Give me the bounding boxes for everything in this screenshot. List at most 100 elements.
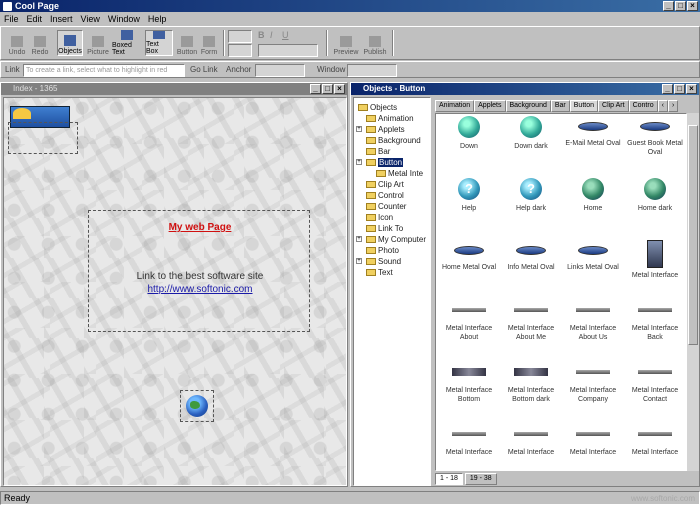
gallery-item[interactable]: Metal Interface bbox=[562, 426, 624, 457]
object-gallery[interactable]: Down Down dark E-Mail Metal Oval Guest Book… bbox=[435, 113, 687, 471]
objects-maximize-button[interactable]: □ bbox=[674, 84, 685, 94]
tree-node[interactable]: Button bbox=[366, 157, 404, 167]
gallery-item[interactable]: Home bbox=[562, 178, 624, 213]
gallery-item[interactable]: Home dark bbox=[624, 178, 686, 213]
gallery-item[interactable]: Metal Interface Company bbox=[562, 364, 624, 404]
tree-node[interactable]: Sound bbox=[366, 256, 401, 266]
tree-node[interactable]: Photo bbox=[366, 245, 399, 255]
font-size-combo[interactable] bbox=[228, 30, 252, 43]
page-title-link[interactable]: My web Page bbox=[90, 222, 310, 233]
tree-node[interactable]: Clip Art bbox=[366, 179, 404, 189]
underline-button[interactable]: U bbox=[282, 30, 289, 40]
tree-expander[interactable]: + bbox=[356, 159, 362, 165]
align-combo[interactable] bbox=[228, 44, 252, 57]
menu-insert[interactable]: Insert bbox=[50, 14, 73, 24]
picture-button[interactable]: Picture bbox=[86, 30, 110, 56]
logo-selection-box[interactable] bbox=[8, 122, 78, 154]
gallery-item[interactable]: ? Help bbox=[438, 178, 500, 213]
tab-scroll-right-button[interactable]: › bbox=[667, 100, 679, 112]
form-button[interactable]: Form bbox=[199, 30, 219, 56]
italic-button[interactable]: I bbox=[270, 30, 273, 40]
tree-node[interactable]: Metal Inte bbox=[376, 168, 423, 178]
tree-node[interactable]: Text bbox=[366, 267, 393, 277]
publish-button[interactable]: Publish bbox=[362, 30, 388, 56]
gallery-item[interactable]: Metal Interface bbox=[624, 426, 686, 457]
tree-node[interactable]: Animation bbox=[366, 113, 414, 123]
tab-contro[interactable]: Contro bbox=[628, 100, 658, 112]
window-combo[interactable] bbox=[347, 64, 397, 77]
gallery-item[interactable]: Metal Interface Bottom dark bbox=[500, 364, 562, 404]
gallery-item[interactable]: Metal Interface bbox=[500, 426, 562, 457]
pager-page-1[interactable]: 1 - 18 bbox=[435, 473, 463, 485]
anchor-combo[interactable] bbox=[255, 64, 305, 77]
preview-button[interactable]: Preview bbox=[333, 30, 359, 56]
editor-close-button[interactable]: × bbox=[334, 84, 345, 94]
gallery-item[interactable]: Metal Interface Back bbox=[624, 302, 686, 342]
tree-node[interactable]: Objects bbox=[358, 102, 397, 112]
editor-minimize-button[interactable]: _ bbox=[310, 84, 321, 94]
body-text[interactable]: Link to the best software site bbox=[90, 271, 310, 282]
maximize-button[interactable]: □ bbox=[675, 1, 686, 11]
minimize-button[interactable]: _ bbox=[663, 1, 674, 11]
objects-close-button[interactable]: × bbox=[686, 84, 697, 94]
gallery-item[interactable]: Metal Interface Contact bbox=[624, 364, 686, 404]
tab-animation[interactable]: Animation bbox=[435, 100, 475, 112]
objects-minimize-button[interactable]: _ bbox=[662, 84, 673, 94]
gallery-item[interactable]: ? Help dark bbox=[500, 178, 562, 213]
gallery-item[interactable]: Home Metal Oval bbox=[438, 240, 500, 272]
tab-clip-art[interactable]: Clip Art bbox=[598, 100, 629, 112]
tree-expander[interactable]: + bbox=[356, 258, 362, 264]
tree-node[interactable]: Icon bbox=[366, 212, 393, 222]
tree-node[interactable]: Control bbox=[366, 190, 404, 200]
tree-expander[interactable]: + bbox=[356, 126, 362, 132]
undo-button[interactable]: Undo bbox=[6, 30, 28, 56]
gallery-item[interactable]: Metal Interface bbox=[438, 426, 500, 457]
tab-bar[interactable]: Bar bbox=[550, 100, 570, 112]
gallery-item[interactable]: Down dark bbox=[500, 116, 562, 151]
text-box-button[interactable]: Text Box bbox=[145, 30, 173, 56]
url-link[interactable]: http://www.softonic.com bbox=[90, 284, 310, 295]
tree-node[interactable]: Link To bbox=[366, 223, 403, 233]
gallery-item[interactable]: Guest Book Metal Oval bbox=[624, 116, 686, 157]
font-combo[interactable] bbox=[258, 44, 318, 57]
page-canvas[interactable]: My web Page Link to the best software si… bbox=[3, 97, 347, 486]
objects-button[interactable]: Objects bbox=[57, 30, 83, 56]
gallery-item[interactable]: Down bbox=[438, 116, 500, 151]
menu-window[interactable]: Window bbox=[108, 14, 140, 24]
tree-node[interactable]: Bar bbox=[366, 146, 390, 156]
gallery-item[interactable]: Links Metal Oval bbox=[562, 240, 624, 272]
pager-page-2[interactable]: 19 - 38 bbox=[464, 473, 497, 485]
gallery-item[interactable]: Metal Interface About Me bbox=[500, 302, 562, 342]
menu-view[interactable]: View bbox=[81, 14, 100, 24]
boxed-text-button[interactable]: Boxed Text bbox=[112, 30, 142, 56]
gallery-scrollbar[interactable] bbox=[687, 113, 699, 471]
gallery-item[interactable]: Metal Interface bbox=[624, 240, 686, 280]
menu-file[interactable]: File bbox=[4, 14, 19, 24]
tab-button[interactable]: Button bbox=[569, 100, 599, 112]
gallery-item[interactable]: Metal Interface About bbox=[438, 302, 500, 342]
tree-node[interactable]: My Computer bbox=[366, 234, 426, 244]
menu-edit[interactable]: Edit bbox=[27, 14, 43, 24]
tab-background[interactable]: Background bbox=[505, 100, 551, 112]
tree-node[interactable]: Applets bbox=[366, 124, 405, 134]
object-category-tree[interactable]: Objects Animation + Applets Background Bar + Bu… bbox=[353, 97, 431, 486]
gallery-item[interactable]: Info Metal Oval bbox=[500, 240, 562, 272]
scrollbar-thumb[interactable] bbox=[688, 125, 698, 345]
gallery-item[interactable]: Metal Interface Bottom bbox=[438, 364, 500, 404]
button-tool[interactable]: Button bbox=[176, 30, 198, 56]
gallery-item[interactable]: Metal Interface About Us bbox=[562, 302, 624, 342]
redo-button[interactable]: Redo bbox=[29, 30, 51, 56]
menu-help[interactable]: Help bbox=[148, 14, 167, 24]
link-input[interactable]: To create a link, select what to highlig… bbox=[23, 64, 185, 77]
tree-expander[interactable]: + bbox=[356, 236, 362, 242]
tree-node[interactable]: Counter bbox=[366, 201, 406, 211]
globe-icon[interactable] bbox=[186, 395, 208, 417]
bold-button[interactable]: B bbox=[258, 30, 265, 40]
editor-maximize-button[interactable]: □ bbox=[322, 84, 333, 94]
tab-applets[interactable]: Applets bbox=[474, 100, 506, 112]
tree-node[interactable]: Background bbox=[366, 135, 421, 145]
tab-scroll-left-button[interactable]: ‹ bbox=[657, 100, 668, 112]
close-button[interactable]: × bbox=[687, 1, 698, 11]
go-link-button[interactable]: Go Link bbox=[190, 65, 218, 74]
gallery-item[interactable]: E-Mail Metal Oval bbox=[562, 116, 624, 148]
